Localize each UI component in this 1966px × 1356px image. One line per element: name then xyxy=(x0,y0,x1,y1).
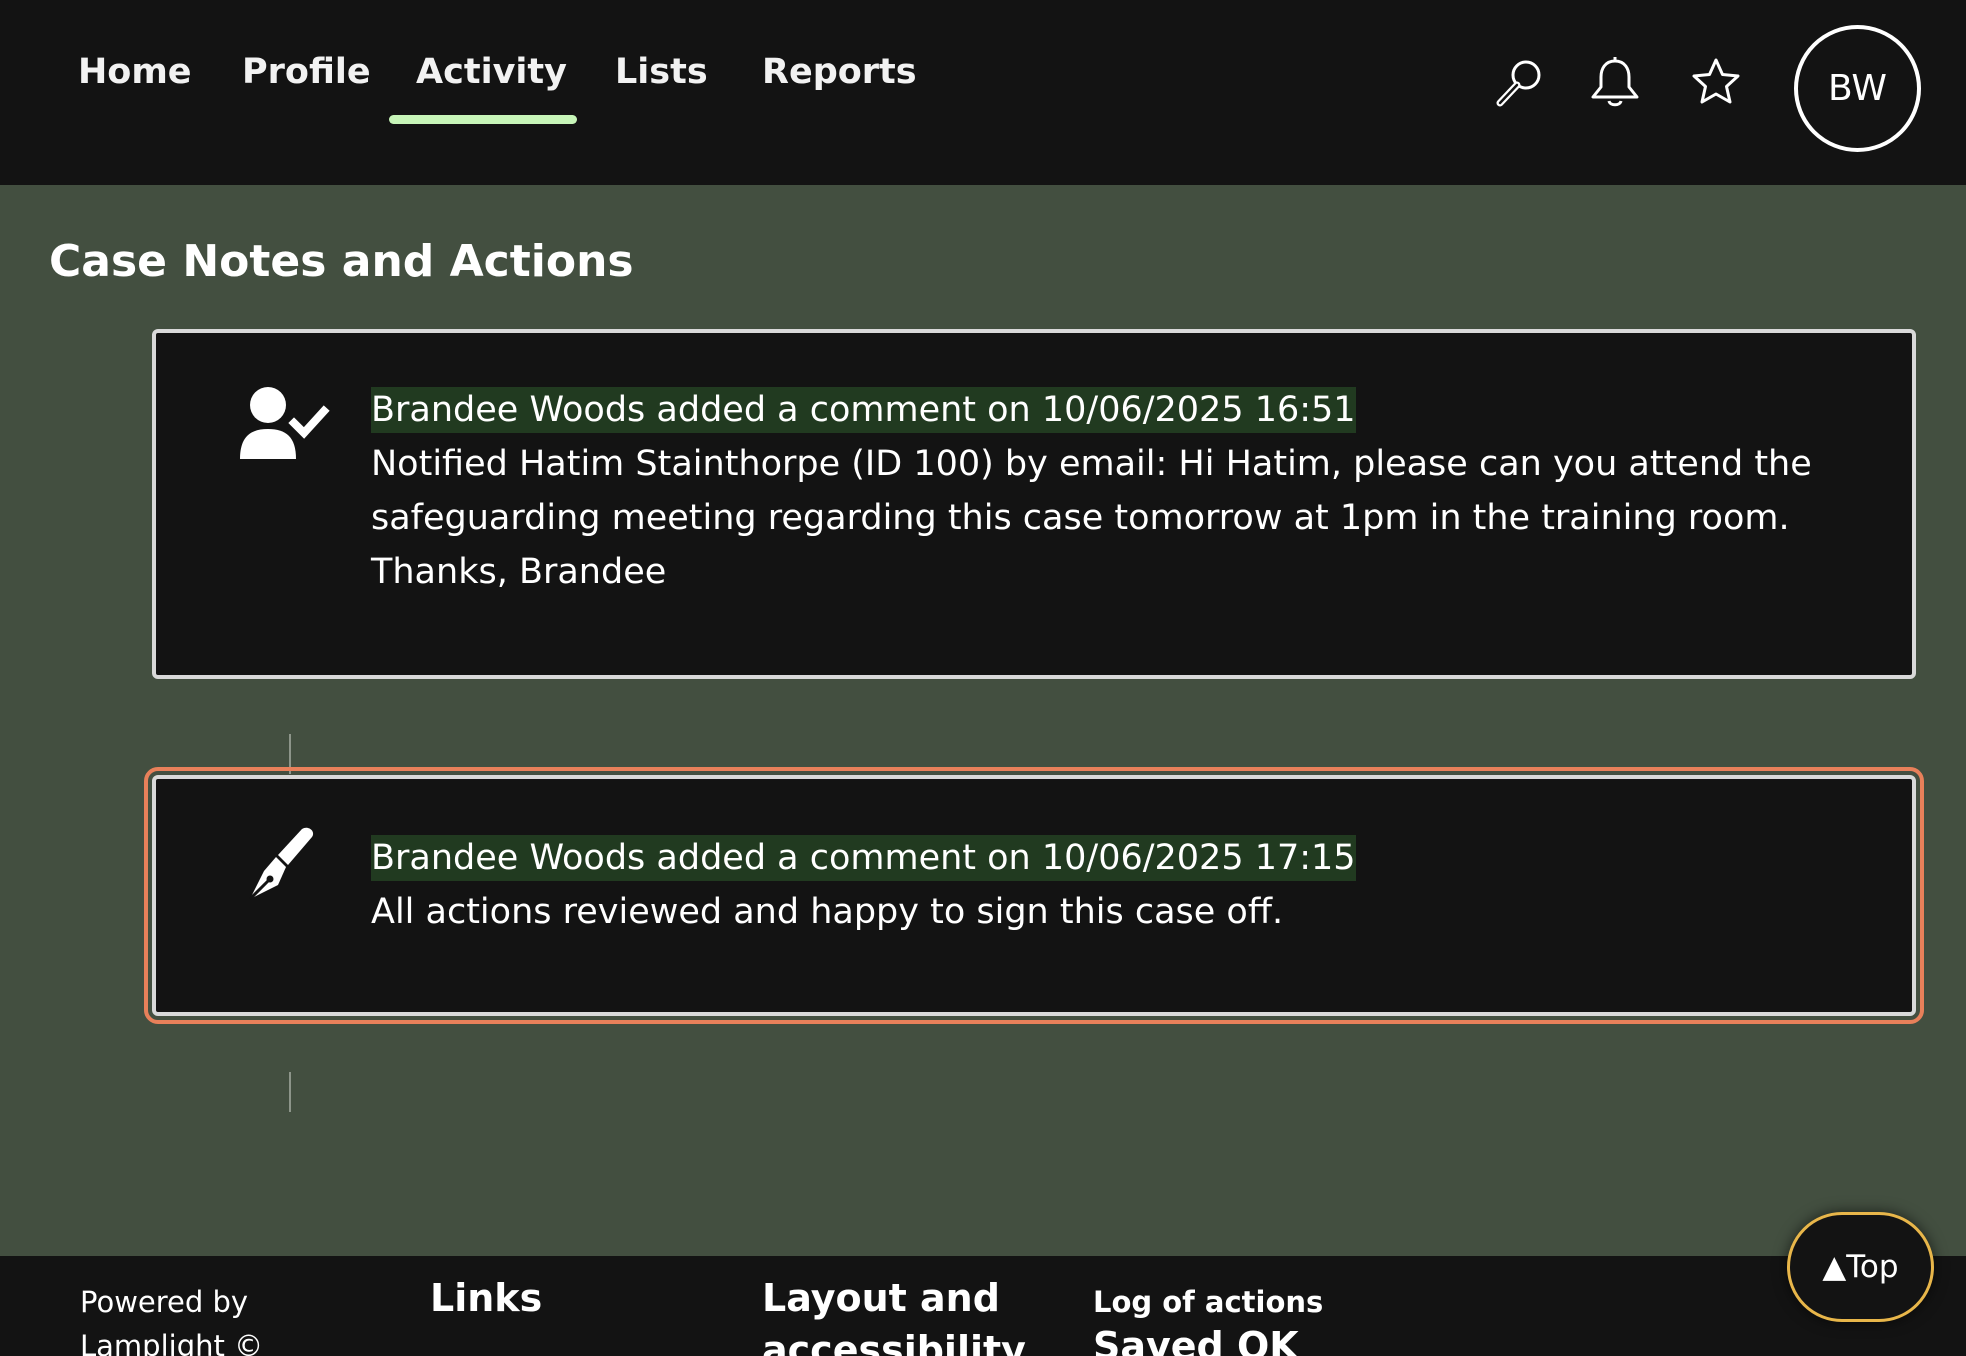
case-note-body: Notified Hatim Stainthorpe (ID 100) by e… xyxy=(371,444,1812,592)
star-icon[interactable] xyxy=(1683,50,1749,116)
search-icon[interactable] xyxy=(1487,50,1553,116)
nav-item-profile[interactable]: Profile xyxy=(242,52,371,92)
case-note-content: Brandee Woods added a comment on 10/06/2… xyxy=(371,383,1852,599)
timeline-connector xyxy=(289,734,291,774)
case-note-card[interactable]: Brandee Woods added a comment on 10/06/2… xyxy=(144,767,1924,1024)
back-to-top-button[interactable]: ▲Top xyxy=(1787,1212,1934,1322)
powered-by-text[interactable]: Powered by Lamplight © xyxy=(80,1280,310,1356)
footer-layout-heading: Layout and accessibility xyxy=(762,1276,1026,1356)
case-note-body: All actions reviewed and happy to sign t… xyxy=(371,892,1284,932)
nav-item-lists[interactable]: Lists xyxy=(615,52,708,92)
log-status: Saved OK xyxy=(1093,1324,1299,1356)
top-navigation-bar: Home Profile Activity Lists Reports BW xyxy=(0,0,1966,185)
nav-item-reports[interactable]: Reports xyxy=(762,52,917,92)
case-note-content: Brandee Woods added a comment on 10/06/2… xyxy=(371,831,1852,939)
footer: Powered by Lamplight © Links Layout and … xyxy=(0,1256,1966,1356)
user-avatar[interactable]: BW xyxy=(1794,25,1921,152)
case-note-header: Brandee Woods added a comment on 10/06/2… xyxy=(371,387,1356,433)
timeline-connector xyxy=(289,1072,291,1112)
pen-icon xyxy=(232,825,332,915)
active-tab-indicator xyxy=(389,115,577,124)
nav-item-activity[interactable]: Activity xyxy=(416,52,567,92)
case-note-header: Brandee Woods added a comment on 10/06/2… xyxy=(371,835,1356,881)
footer-links-heading: Links xyxy=(430,1276,543,1320)
case-note-card[interactable]: Brandee Woods added a comment on 10/06/2… xyxy=(152,329,1916,679)
user-check-icon xyxy=(232,383,332,473)
bell-icon[interactable] xyxy=(1582,50,1648,116)
log-of-actions-label: Log of actions xyxy=(1093,1285,1324,1319)
page-title: Case Notes and Actions xyxy=(49,236,634,287)
nav-item-home[interactable]: Home xyxy=(78,52,192,92)
